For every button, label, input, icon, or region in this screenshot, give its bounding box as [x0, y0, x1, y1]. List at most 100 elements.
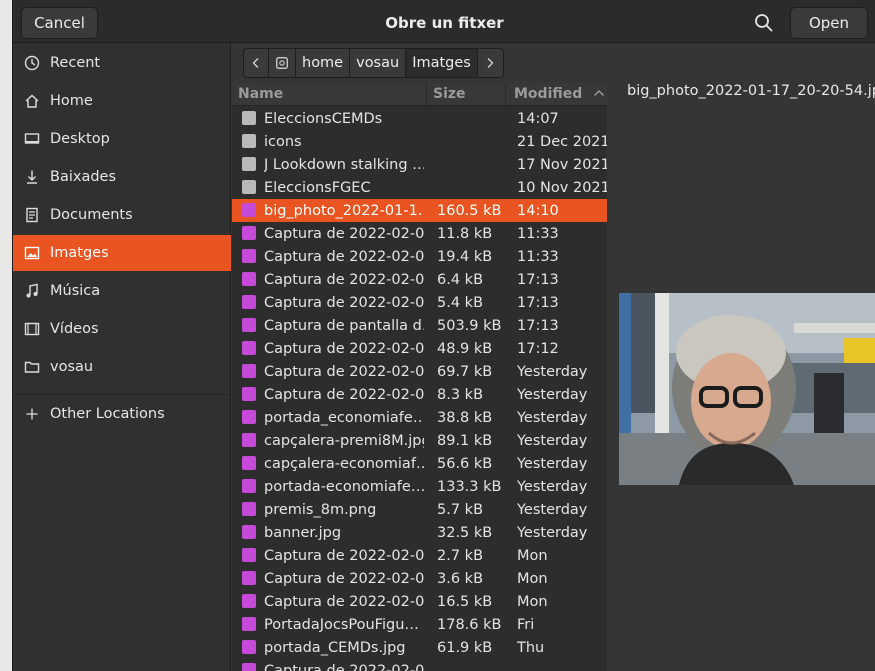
image-file-icon	[242, 640, 256, 654]
sidebar-item-baixades[interactable]: Baixades	[13, 159, 231, 195]
folder-icon	[242, 180, 256, 194]
image-file-icon	[242, 594, 256, 608]
sidebar-separator	[13, 394, 231, 395]
header-bar: Cancel Obre un fitxer Open	[13, 0, 875, 43]
file-row[interactable]: Captura de 2022-02-0… 6.4 kB 17:13	[232, 268, 607, 291]
chevron-left-icon	[252, 58, 259, 68]
preview-image	[619, 293, 875, 485]
file-modified: 17:13	[517, 294, 559, 311]
image-file-icon	[242, 203, 256, 217]
column-header-size[interactable]: Size	[427, 83, 506, 106]
file-row[interactable]: premis_8m.png 5.7 kB Yesterday	[232, 498, 607, 521]
sidebar-item-documents[interactable]: Documents	[13, 197, 231, 233]
file-row[interactable]: big_photo_2022-01-1… 160.5 kB 14:10	[232, 199, 607, 222]
sidebar-item-desktop[interactable]: Desktop	[13, 121, 231, 157]
image-file-icon	[242, 226, 256, 240]
column-header-name[interactable]: Name	[232, 83, 427, 106]
folder-icon	[242, 157, 256, 171]
file-modified: Yesterday	[517, 409, 588, 426]
column-header-modified[interactable]: Modified	[508, 83, 607, 106]
places-sidebar: Recent Home Desktop Baixades Documents I…	[13, 43, 231, 671]
folder-icon	[23, 358, 41, 376]
file-row[interactable]: icons 21 Dec 2021	[232, 130, 607, 153]
file-size: 32.5 kB	[437, 524, 493, 541]
file-row[interactable]: EleccionsFGEC 10 Nov 2021	[232, 176, 607, 199]
file-row[interactable]: EleccionsCEMDs 14:07	[232, 107, 607, 130]
path-segment-vosau[interactable]: vosau	[350, 49, 407, 77]
file-row[interactable]: Captura de 2022-02-0… 69.7 kB Yesterday	[232, 360, 607, 383]
file-size: 69.7 kB	[437, 363, 493, 380]
sidebar-item-musica[interactable]: Música	[13, 273, 231, 309]
preview-pane: big_photo_2022-01-17_20-20-54.jpg	[607, 78, 875, 671]
file-row[interactable]: PortadaJocsPouFigu… 178.6 kB Fri	[232, 613, 607, 636]
file-modified: Yesterday	[517, 524, 588, 541]
sidebar-item-videos[interactable]: Vídeos	[13, 311, 231, 347]
file-row[interactable]: portada_CEMDs.jpg 61.9 kB Thu	[232, 636, 607, 659]
file-size: 178.6 kB	[437, 616, 502, 633]
image-file-icon	[242, 502, 256, 516]
column-header-modified-label: Modified	[514, 86, 583, 102]
file-modified: Mon	[517, 570, 548, 587]
file-modified: Mon	[517, 593, 548, 610]
sidebar-item-label: Baixades	[50, 169, 117, 185]
sidebar-item-imatges[interactable]: Imatges	[13, 235, 231, 271]
search-button[interactable]	[753, 12, 775, 34]
file-name: portada_CEMDs.jpg	[264, 639, 406, 656]
path-root-button[interactable]	[269, 49, 296, 77]
file-modified: Fri	[517, 616, 535, 633]
image-file-icon	[242, 295, 256, 309]
file-row[interactable]: Captura de 2022-02-0… 48.9 kB 17:12	[232, 337, 607, 360]
open-button[interactable]: Open	[790, 7, 868, 39]
path-segment-imatges[interactable]: Imatges	[406, 49, 478, 77]
file-size: 6.4 kB	[437, 271, 484, 288]
drive-icon	[276, 57, 288, 69]
file-row[interactable]: Captura de 2022-02-0… 8.3 kB Yesterday	[232, 383, 607, 406]
file-row[interactable]: portada-economiafe… 133.3 kB Yesterday	[232, 475, 607, 498]
file-row[interactable]: J Lookdown stalking … 17 Nov 2021	[232, 153, 607, 176]
sidebar-item-recent[interactable]: Recent	[13, 45, 231, 81]
path-scroll-right-button[interactable]	[478, 49, 503, 77]
file-row[interactable]: Captura de 2022-02-0… 2.7 kB Mon	[232, 544, 607, 567]
file-name: PortadaJocsPouFigu…	[264, 616, 419, 633]
image-file-icon	[242, 525, 256, 539]
file-name: portada_economiafe…	[264, 409, 424, 426]
file-name: Captura de 2022-02-0…	[264, 340, 424, 357]
file-modified: 10 Nov 2021	[517, 179, 607, 196]
file-row[interactable]: capçalera-premi8M.jpg 89.1 kB Yesterday	[232, 429, 607, 452]
path-segment-home[interactable]: home	[296, 49, 351, 77]
file-row[interactable]: portada_economiafe… 38.8 kB Yesterday	[232, 406, 607, 429]
image-file-icon	[242, 548, 256, 562]
file-size: 5.7 kB	[437, 501, 484, 518]
image-file-icon	[242, 272, 256, 286]
file-modified: Yesterday	[517, 478, 588, 495]
file-name: EleccionsFGEC	[264, 179, 371, 196]
sidebar-item-home[interactable]: Home	[13, 83, 231, 119]
preview-filename: big_photo_2022-01-17_20-20-54.jpg	[627, 83, 875, 99]
file-modified: 11:33	[517, 225, 559, 242]
file-name: Captura de 2022-02-0…	[264, 386, 424, 403]
file-row[interactable]: Captura de 2022-02-0… 19.4 kB 11:33	[232, 245, 607, 268]
download-icon	[23, 168, 41, 186]
file-row[interactable]: Captura de pantalla d… 503.9 kB 17:13	[232, 314, 607, 337]
file-row[interactable]: Captura de 2022-02-0… 11.8 kB 11:33	[232, 222, 607, 245]
file-row[interactable]: banner.jpg 32.5 kB Yesterday	[232, 521, 607, 544]
file-row[interactable]: Captura de 2022-02-0… 16.5 kB Mon	[232, 590, 607, 613]
file-name: Captura de pantalla d…	[264, 317, 424, 334]
document-icon	[23, 206, 41, 224]
file-row[interactable]: Captura de 2022-02-0…	[232, 659, 607, 671]
file-row[interactable]: capçalera-economiaf… 56.6 kB Yesterday	[232, 452, 607, 475]
image-file-icon	[242, 617, 256, 631]
file-modified: 17:12	[517, 340, 559, 357]
file-modified: 21 Dec 2021	[517, 133, 607, 150]
path-scroll-left-button[interactable]	[244, 49, 269, 77]
sidebar-item-other-locations[interactable]: Other Locations	[13, 396, 231, 432]
column-header-row: Name Size Modified	[232, 83, 607, 106]
file-row[interactable]: Captura de 2022-02-0… 5.4 kB 17:13	[232, 291, 607, 314]
file-size: 8.3 kB	[437, 386, 484, 403]
sidebar-item-label: Home	[50, 93, 93, 109]
sidebar-item-label: Documents	[50, 207, 133, 223]
file-size: 133.3 kB	[437, 478, 502, 495]
file-row[interactable]: Captura de 2022-02-0… 3.6 kB Mon	[232, 567, 607, 590]
file-modified: 14:07	[517, 110, 559, 127]
sidebar-item-vosau[interactable]: vosau	[13, 349, 231, 385]
